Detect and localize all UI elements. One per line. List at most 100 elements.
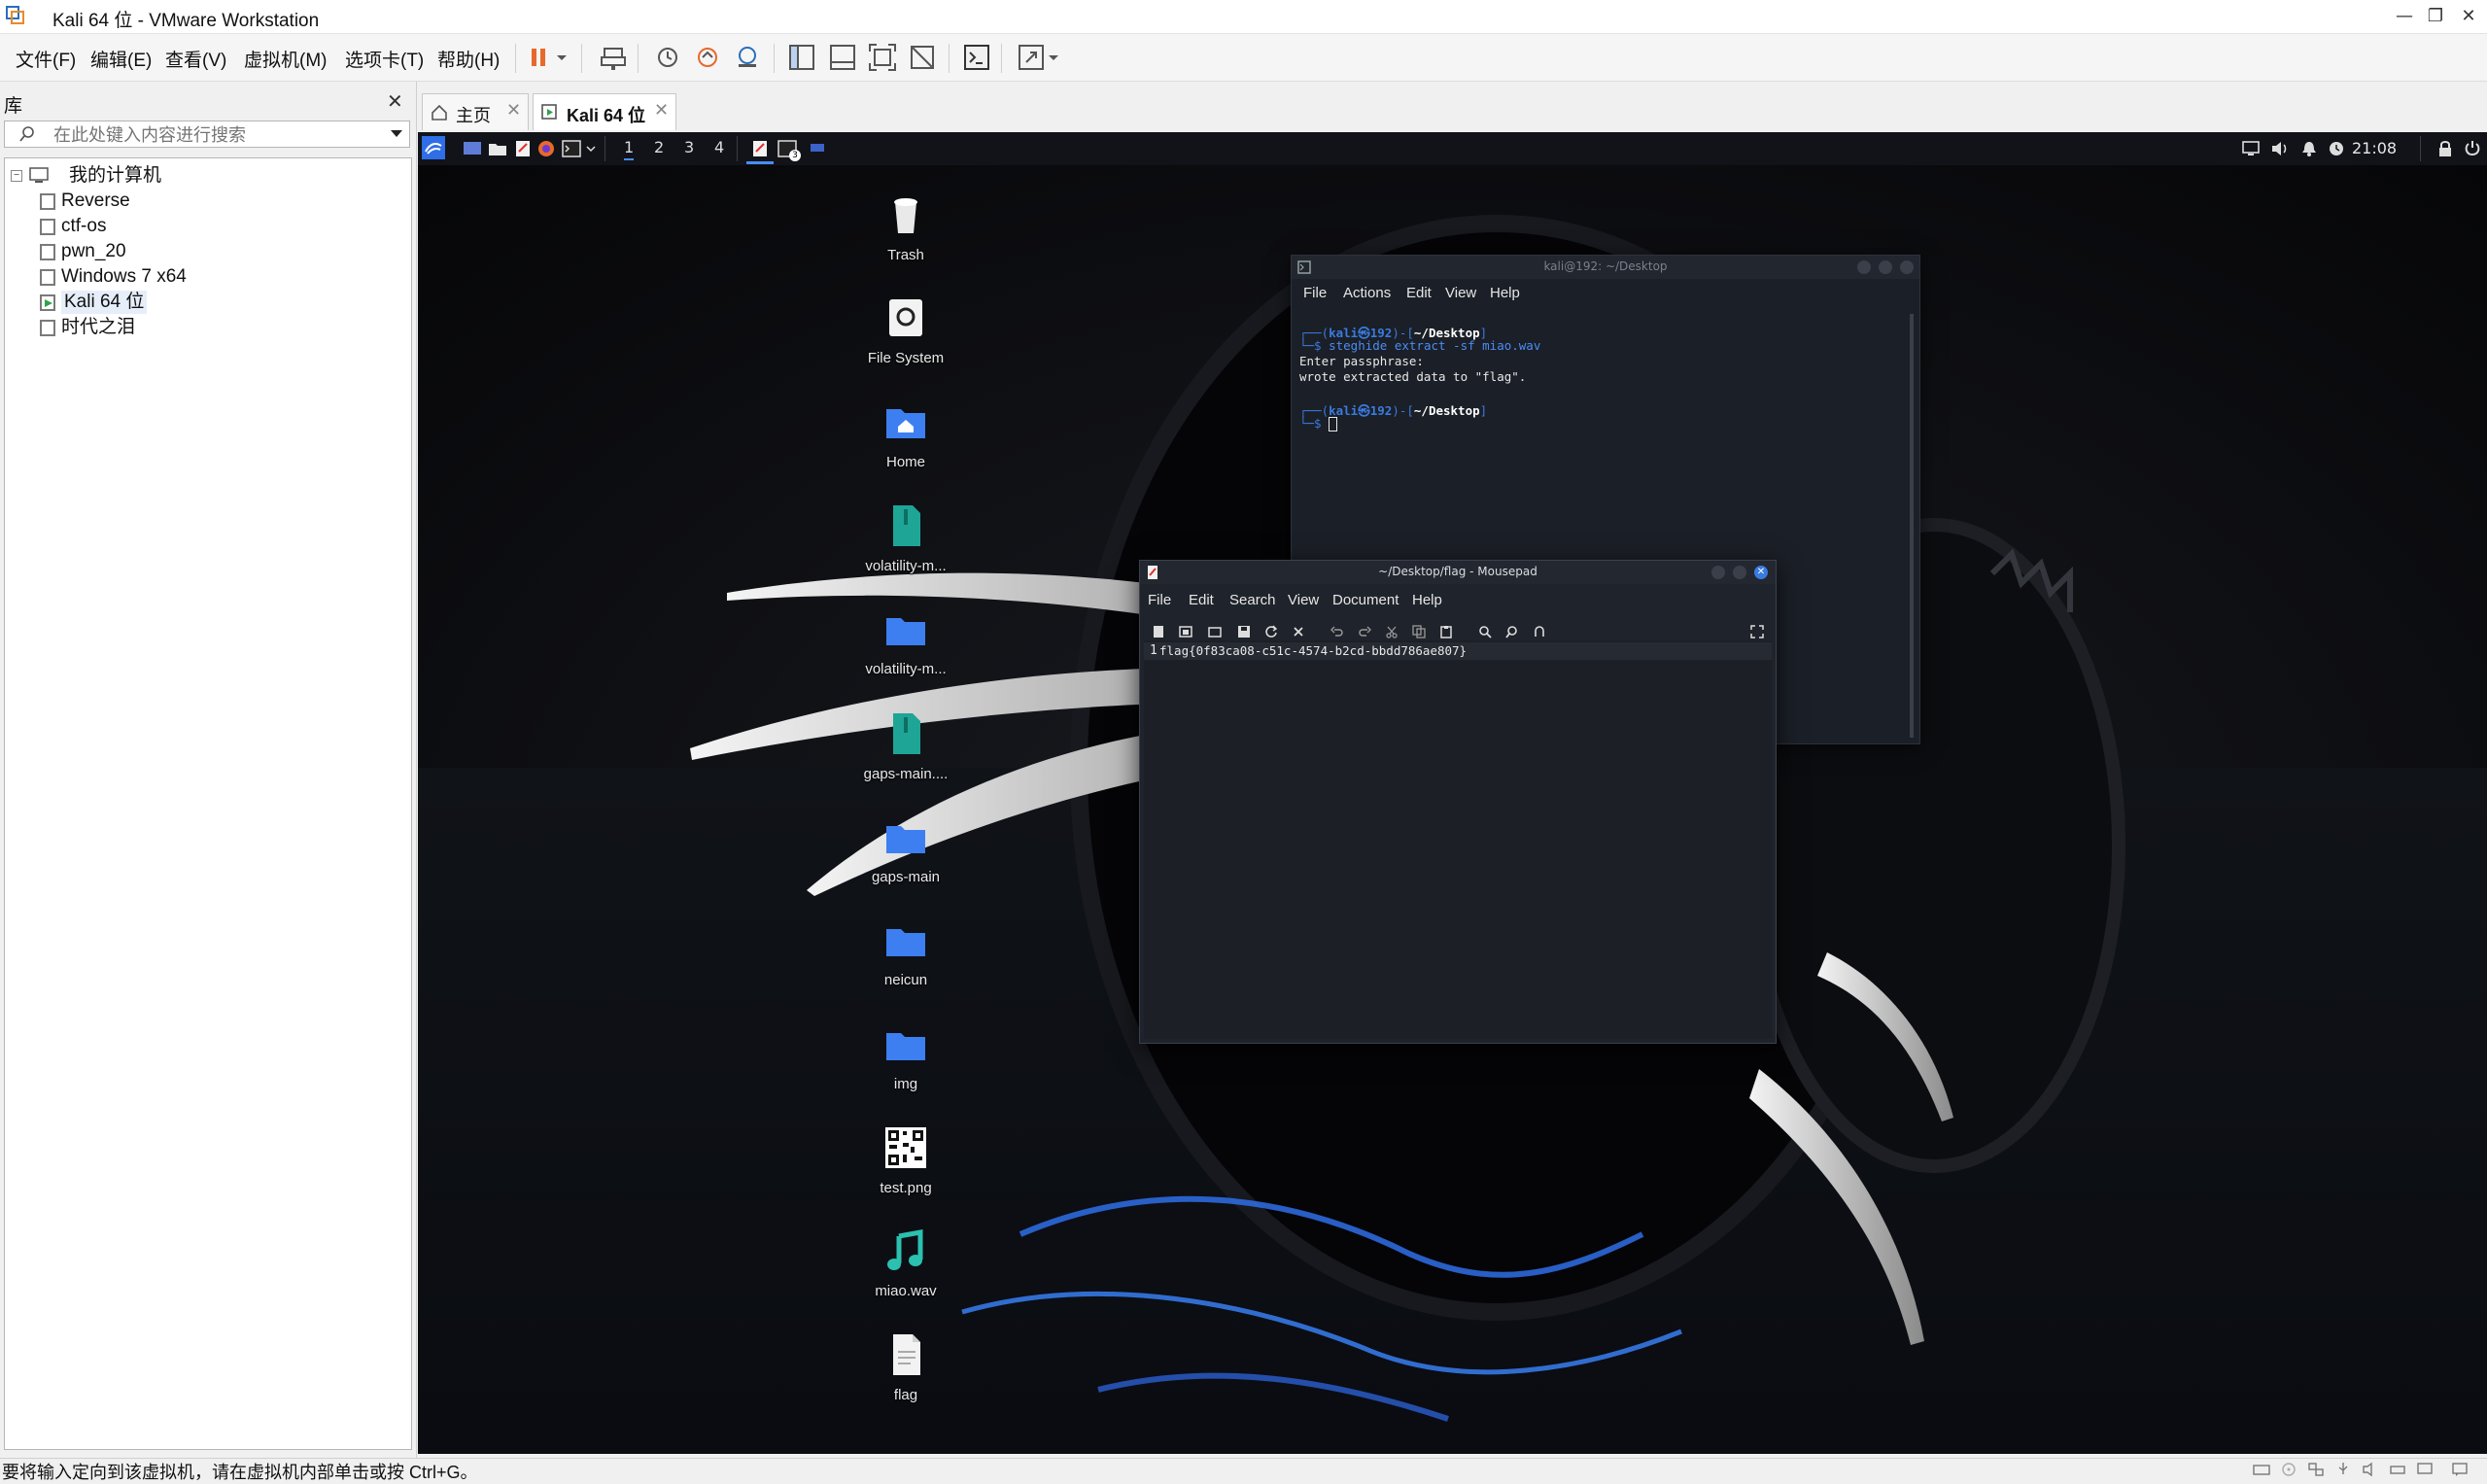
desktop-icon-home[interactable]: Home (852, 399, 959, 470)
mousepad-editor[interactable]: 1 flag{0f83ca08-c51c-4574-b2cd-bbdd786ae… (1144, 640, 1772, 1039)
terminal-input-line[interactable]: └─$ (1299, 416, 1338, 431)
terminal-titlebar[interactable]: kali@192: ~/Desktop (1292, 256, 1919, 279)
chevron-down-icon[interactable] (585, 140, 597, 157)
message-icon[interactable] (2451, 1462, 2469, 1477)
mousepad-titlebar[interactable]: ~/Desktop/flag - Mousepad ✕ (1140, 561, 1776, 584)
show-desktop-icon[interactable] (463, 140, 482, 157)
volume-icon[interactable] (2270, 140, 2290, 157)
terminal-menu-view[interactable]: View (1445, 285, 1476, 301)
copy-icon[interactable] (1412, 625, 1426, 638)
display-icon[interactable] (2416, 1462, 2434, 1477)
maximize-button[interactable] (1879, 260, 1892, 274)
go-to-line-icon[interactable] (1533, 625, 1546, 638)
printer-icon[interactable] (2389, 1462, 2406, 1477)
desktop-icon-miao-wav[interactable]: miao.wav (852, 1228, 959, 1299)
close-tab-icon[interactable]: ✕ (654, 100, 669, 121)
collapse-icon[interactable]: − (11, 170, 22, 182)
menu-vm[interactable]: 虚拟机(M) (244, 46, 327, 72)
vm-display[interactable]: 1 2 3 4 3 21:08 Trash File System Home v… (418, 132, 2487, 1454)
mousepad-task-icon[interactable] (750, 140, 770, 157)
close-tab-icon[interactable]: ✕ (506, 100, 521, 121)
open-icon[interactable] (1208, 625, 1222, 638)
library-search-input[interactable] (52, 123, 376, 147)
desktop-icon-volatility-zip[interactable]: volatility-m... (852, 503, 959, 574)
mousepad-menu-file[interactable]: File (1148, 592, 1171, 608)
save-icon[interactable] (1237, 625, 1251, 638)
workspace-2[interactable]: 2 (654, 138, 664, 156)
menu-file[interactable]: 文件(F) (16, 46, 76, 72)
file-manager-icon[interactable] (488, 140, 507, 157)
mousepad-menu-view[interactable]: View (1288, 592, 1319, 608)
desktop-icon-img[interactable]: img (852, 1021, 959, 1092)
tab-kali[interactable]: Kali 64 位 ✕ (533, 93, 676, 130)
console-view-icon[interactable] (962, 43, 991, 72)
workspace-1[interactable]: 1 (624, 138, 635, 160)
close-button[interactable]: ✕ (1754, 566, 1768, 579)
sound-icon[interactable] (2362, 1462, 2379, 1477)
thumbnail-bar-icon[interactable] (828, 43, 857, 72)
desktop-icon-neicun[interactable]: neicun (852, 917, 959, 988)
workspace-3[interactable]: 3 (684, 138, 694, 156)
kali-menu-icon[interactable] (422, 136, 445, 159)
network-icon[interactable] (2307, 1462, 2325, 1477)
maximize-button[interactable] (1733, 566, 1746, 579)
terminal-menu-file[interactable]: File (1303, 285, 1327, 301)
firefox-icon[interactable] (536, 140, 556, 157)
lock-icon[interactable] (2435, 140, 2455, 157)
send-ctrl-alt-del-icon[interactable] (599, 43, 628, 72)
desktop-icon-volatility-folder[interactable]: volatility-m... (852, 606, 959, 677)
mousepad-menu-document[interactable]: Document (1332, 592, 1399, 608)
editor-text[interactable]: flag{0f83ca08-c51c-4574-b2cd-bbdd786ae80… (1159, 643, 1467, 658)
stretch-guest-icon[interactable] (1017, 43, 1046, 72)
mousepad-window[interactable]: ~/Desktop/flag - Mousepad ✕ File Edit Se… (1139, 560, 1777, 1044)
cut-icon[interactable] (1385, 625, 1399, 638)
suspend-icon[interactable] (525, 43, 554, 72)
desktop-icon-gaps-zip[interactable]: gaps-main.... (852, 711, 959, 782)
menu-tabs[interactable]: 选项卡(T) (345, 46, 424, 72)
desktop-icon-test-png[interactable]: test.png (852, 1125, 959, 1196)
find-icon[interactable] (1478, 625, 1492, 638)
hard-disk-icon[interactable] (2253, 1462, 2270, 1477)
show-library-icon[interactable] (787, 43, 816, 72)
terminal-menu-help[interactable]: Help (1490, 285, 1520, 301)
chevron-down-icon[interactable] (1046, 43, 1061, 72)
unity-mode-icon[interactable] (908, 43, 937, 72)
clock-text[interactable]: 21:08 (2352, 139, 2397, 157)
close-button[interactable] (1900, 260, 1914, 274)
new-document-icon[interactable] (1152, 625, 1165, 638)
desktop-icon-flag[interactable]: flag (852, 1332, 959, 1403)
tab-home[interactable]: 主页 ✕ (422, 93, 529, 130)
find-replace-icon[interactable] (1505, 625, 1519, 638)
terminal-menu-actions[interactable]: Actions (1343, 285, 1391, 301)
desktop-icon-gaps-folder[interactable]: gaps-main (852, 814, 959, 885)
display-icon[interactable] (2241, 140, 2261, 157)
close-document-icon[interactable] (1292, 625, 1305, 638)
restore-button[interactable]: ❐ (2418, 0, 2453, 33)
terminal-menu-edit[interactable]: Edit (1406, 285, 1432, 301)
desktop-icon-filesystem[interactable]: File System (852, 295, 959, 366)
mousepad-menu-search[interactable]: Search (1229, 592, 1276, 608)
power-icon[interactable] (2463, 140, 2482, 157)
revert-snapshot-icon[interactable] (693, 43, 722, 72)
paste-icon[interactable] (1439, 625, 1453, 638)
snapshot-icon[interactable] (653, 43, 682, 72)
menu-help[interactable]: 帮助(H) (437, 46, 500, 72)
reload-icon[interactable] (1264, 625, 1278, 638)
terminal-scrollbar[interactable] (1910, 314, 1914, 738)
snapshot-manager-icon[interactable] (733, 43, 762, 72)
notification-bell-icon[interactable] (2299, 140, 2319, 157)
redo-icon[interactable] (1358, 625, 1371, 638)
desktop-icon-trash[interactable]: Trash (852, 192, 959, 263)
terminal-icon[interactable] (562, 140, 581, 157)
close-window-button[interactable]: ✕ (2451, 0, 2486, 33)
mousepad-menu-edit[interactable]: Edit (1189, 592, 1214, 608)
menu-view[interactable]: 查看(V) (165, 46, 226, 72)
text-editor-icon[interactable] (513, 140, 533, 157)
menu-edit[interactable]: 编辑(E) (90, 46, 152, 72)
chevron-down-icon[interactable] (554, 43, 570, 72)
fullscreen-icon[interactable] (1750, 625, 1764, 638)
minimize-button[interactable] (1857, 260, 1871, 274)
minimize-button[interactable]: — (2387, 0, 2422, 33)
workspace-4[interactable]: 4 (714, 138, 724, 156)
full-screen-icon[interactable] (868, 43, 897, 72)
